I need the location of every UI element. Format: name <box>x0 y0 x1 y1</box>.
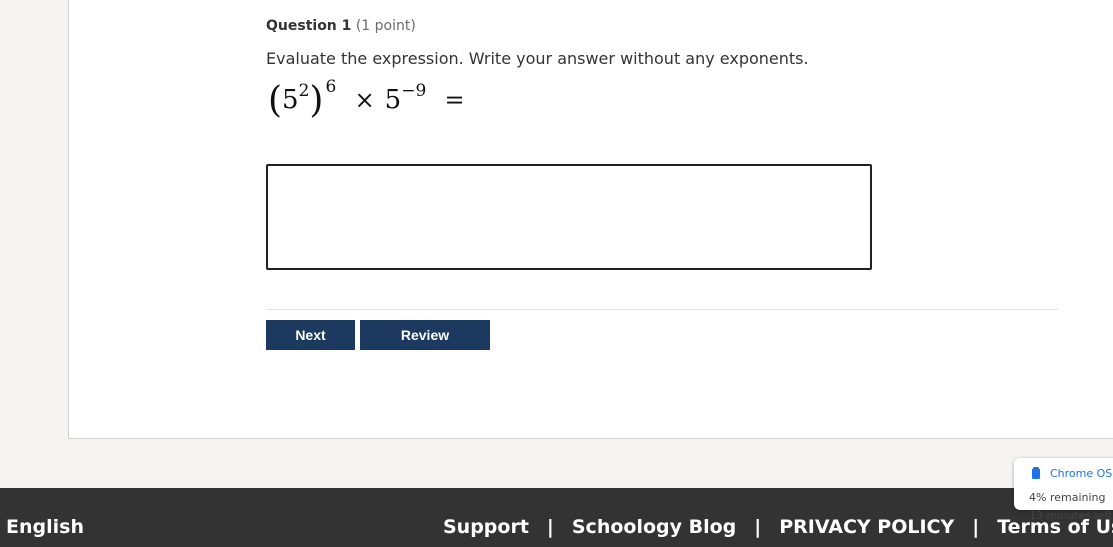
footer-link-blog[interactable]: Schoology Blog <box>572 516 736 538</box>
notification-header: Chrome OS <box>1031 467 1112 480</box>
section-divider <box>266 309 1058 310</box>
footer: English Support | Schoology Blog | PRIVACY P… <box>0 488 1113 547</box>
footer-separator: | <box>546 516 554 538</box>
times-operator: × <box>354 86 375 114</box>
battery-time-left: 13 minutes left <box>1029 509 1113 522</box>
question-prompt: Evaluate the expression. Write your answ… <box>266 49 809 68</box>
question-title: Question 1 <box>266 18 352 34</box>
question-header: Question 1 (1 point) <box>266 18 416 34</box>
question-points: (1 point) <box>355 18 416 34</box>
footer-link-support[interactable]: Support <box>443 516 529 538</box>
inner-exponent: 2 <box>298 81 310 101</box>
review-answers-button[interactable]: Review Answers <box>360 320 490 373</box>
base-second: 5 <box>384 85 402 115</box>
base-inner: 5 <box>282 85 299 115</box>
battery-notification[interactable]: Chrome OS 4% remaining 13 minutes left <box>1014 458 1113 522</box>
answer-input[interactable] <box>266 164 872 270</box>
footer-separator: | <box>754 516 762 538</box>
chrome-os-icon <box>1032 467 1040 479</box>
language-selector[interactable]: English <box>6 516 84 538</box>
math-expression: (52) 6 × 5−9 = <box>268 77 475 130</box>
battery-percent: 4% remaining <box>1029 491 1106 504</box>
equals-sign: = <box>444 86 465 114</box>
notification-title: Chrome OS <box>1050 467 1113 480</box>
footer-separator: | <box>972 516 980 538</box>
footer-link-privacy[interactable]: PRIVACY POLICY <box>779 516 954 538</box>
open-paren: ( <box>268 80 283 121</box>
outer-exponent: 6 <box>325 77 337 97</box>
next-page-button[interactable]: Next Page <box>266 320 355 373</box>
second-exponent: −9 <box>401 81 427 101</box>
footer-links: Support | Schoology Blog | PRIVACY POLICY | Te… <box>443 516 1113 538</box>
close-paren: ) <box>309 80 324 121</box>
